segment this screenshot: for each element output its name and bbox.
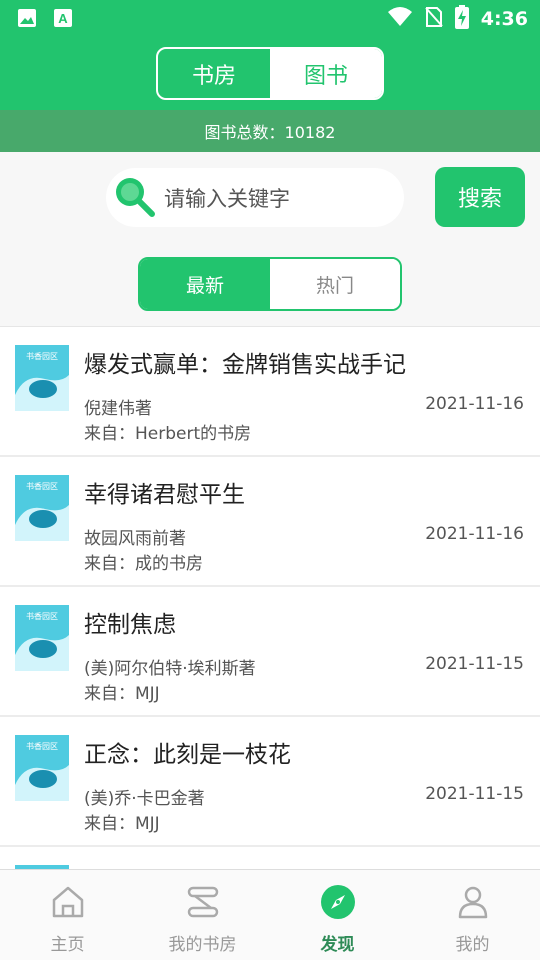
nav-my-study-label: 我的书房 xyxy=(168,935,237,955)
wifi-icon xyxy=(387,6,413,32)
no-sim-icon xyxy=(424,6,443,32)
book-cover: 书香园区 xyxy=(15,605,69,671)
status-time: 4:36 xyxy=(480,8,528,30)
book-item[interactable]: 书香园区 爆发式赢单：金牌销售实战手记 倪建伟著 来自：Herbert的书房 2… xyxy=(0,327,540,457)
tab-books[interactable]: 图书 xyxy=(270,49,382,98)
book-date: 2021-11-15 xyxy=(425,784,524,804)
book-author: 故园风雨前著 xyxy=(84,529,186,549)
book-total-count: 图书总数：10182 xyxy=(0,110,540,152)
book-cover: 书香园区 xyxy=(15,735,69,801)
nav-mine[interactable]: 我的 xyxy=(405,870,540,960)
book-title: 爆发式赢单：金牌销售实战手记 xyxy=(84,352,406,378)
nav-discover[interactable]: 发现 xyxy=(270,870,405,960)
book-author: 倪建伟著 xyxy=(84,399,152,419)
book-title: 正念：此刻是一枝花 xyxy=(84,742,291,768)
book-item-partial[interactable] xyxy=(0,847,540,869)
nav-home-label: 主页 xyxy=(50,935,85,955)
book-source: 来自：成的书房 xyxy=(84,554,203,574)
filter-tab-switch: 最新 热门 xyxy=(138,257,402,311)
svg-text:A: A xyxy=(58,11,68,26)
compass-icon xyxy=(320,884,356,920)
bookshelf-icon xyxy=(185,884,221,920)
book-date: 2021-11-15 xyxy=(425,654,524,674)
book-title: 控制焦虑 xyxy=(84,612,176,638)
tab-study[interactable]: 书房 xyxy=(158,49,270,98)
person-icon xyxy=(455,884,491,920)
tab-popular[interactable]: 热门 xyxy=(270,259,400,309)
book-source: 来自：MJJ xyxy=(84,814,160,834)
book-item[interactable]: 书香园区 正念：此刻是一枝花 (美)乔·卡巴金著 来自：MJJ 2021-11-… xyxy=(0,717,540,847)
tab-latest[interactable]: 最新 xyxy=(140,259,270,309)
book-date: 2021-11-16 xyxy=(425,524,524,544)
app-notification-icon: A xyxy=(52,7,74,33)
book-source: 来自：Herbert的书房 xyxy=(84,424,252,444)
search-icon xyxy=(112,174,158,224)
bottom-nav: 主页 我的书房 发现 我的 xyxy=(0,869,540,960)
nav-home[interactable]: 主页 xyxy=(0,870,135,960)
search-button[interactable]: 搜索 xyxy=(435,167,525,227)
book-title: 幸得诸君慰平生 xyxy=(84,482,245,508)
book-author: (美)乔·卡巴金著 xyxy=(84,789,205,809)
battery-charging-icon xyxy=(454,5,469,33)
book-date: 2021-11-16 xyxy=(425,394,524,414)
book-cover: 书香园区 xyxy=(15,475,69,541)
status-bar: A 4:36 xyxy=(0,0,540,36)
nav-discover-label: 发现 xyxy=(320,935,355,955)
nav-my-study[interactable]: 我的书房 xyxy=(135,870,270,960)
search-placeholder: 请输入关键字 xyxy=(164,186,290,211)
book-source: 来自：MJJ xyxy=(84,684,160,704)
home-icon xyxy=(50,884,86,920)
nav-mine-label: 我的 xyxy=(455,935,490,955)
book-author: (美)阿尔伯特·埃利斯著 xyxy=(84,659,256,679)
top-tab-switch: 书房 图书 xyxy=(156,47,384,100)
book-cover: 书香园区 xyxy=(15,345,69,411)
image-notification-icon xyxy=(16,7,38,33)
book-item[interactable]: 书香园区 幸得诸君慰平生 故园风雨前著 来自：成的书房 2021-11-16 xyxy=(0,457,540,587)
book-list[interactable]: 书香园区 爆发式赢单：金牌销售实战手记 倪建伟著 来自：Herbert的书房 2… xyxy=(0,326,540,869)
book-item[interactable]: 书香园区 控制焦虑 (美)阿尔伯特·埃利斯著 来自：MJJ 2021-11-15 xyxy=(0,587,540,717)
search-input[interactable]: 请输入关键字 xyxy=(106,168,404,227)
